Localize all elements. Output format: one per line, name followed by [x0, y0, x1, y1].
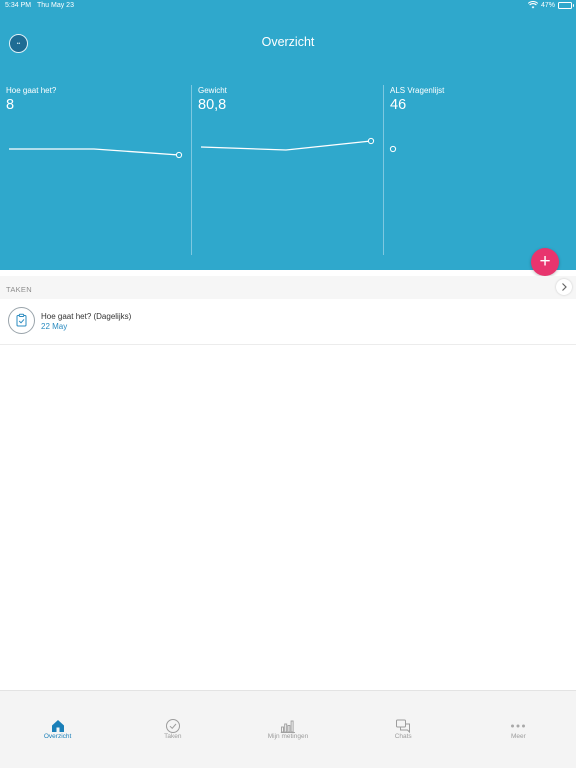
tab-label: Meer [510, 733, 526, 740]
more-dots-icon [510, 718, 526, 734]
metric-panel-als-vragenlijst[interactable]: ALS Vragenlijst 46 [384, 85, 576, 255]
tab-taken[interactable]: Taken [115, 691, 230, 768]
trend-line [200, 140, 372, 151]
metric-panel-hoe-gaat-het[interactable]: Hoe gaat het? 8 [0, 85, 191, 255]
status-date: Thu May 23 [37, 2, 74, 9]
tab-label: Overzicht [43, 733, 72, 740]
tasks-section-header: TAKEN [0, 276, 576, 299]
trend-line [9, 148, 180, 156]
battery-icon [558, 1, 574, 9]
add-button[interactable]: + [531, 248, 559, 276]
metric-panel-gewicht[interactable]: Gewicht 80,8 [192, 85, 383, 255]
tab-label: Taken [164, 733, 182, 740]
tab-label: Chats [394, 733, 412, 740]
tasks-section-title: TAKEN [6, 285, 32, 294]
metric-trend-chart [9, 148, 183, 159]
metric-trend-chart [200, 137, 375, 151]
status-right: 47% [527, 1, 574, 9]
metric-trend-chart [389, 145, 397, 153]
trend-last-point [389, 145, 397, 153]
wifi-icon [527, 1, 538, 9]
status-time: 5:34 PM [5, 2, 32, 9]
tab-overzicht[interactable]: Overzicht [0, 691, 115, 768]
checkmark-circle-icon [165, 718, 181, 734]
task-name: Hoe gaat het? (Dagelijks) [41, 312, 132, 321]
page-title: Overzicht [261, 35, 315, 49]
task-list-item[interactable]: Hoe gaat het? (Dagelijks) 22 May [0, 301, 576, 345]
chat-bubbles-icon [395, 718, 411, 734]
battery-percent: 47% [540, 1, 555, 9]
tab-mijn-metingen[interactable]: Mijn metingen [230, 691, 345, 768]
header: 5:34 PM Thu May 23 47% •• Overzicht Hoe … [0, 0, 576, 270]
bar-chart-icon [280, 718, 296, 734]
tab-chats[interactable]: Chats [346, 691, 461, 768]
home-icon [50, 718, 66, 734]
tab-bar: Overzicht Taken Mijn metingen Chats Meer [0, 690, 576, 768]
chevron-right-icon[interactable] [556, 279, 572, 295]
tab-meer[interactable]: Meer [461, 691, 576, 768]
clipboard-icon [8, 307, 35, 334]
task-date: 22 May [41, 322, 68, 331]
trend-last-point [367, 137, 375, 145]
status-bar: 5:34 PM Thu May 23 47% [0, 0, 576, 12]
tab-label: Mijn metingen [267, 733, 309, 740]
trend-last-point [175, 151, 183, 159]
